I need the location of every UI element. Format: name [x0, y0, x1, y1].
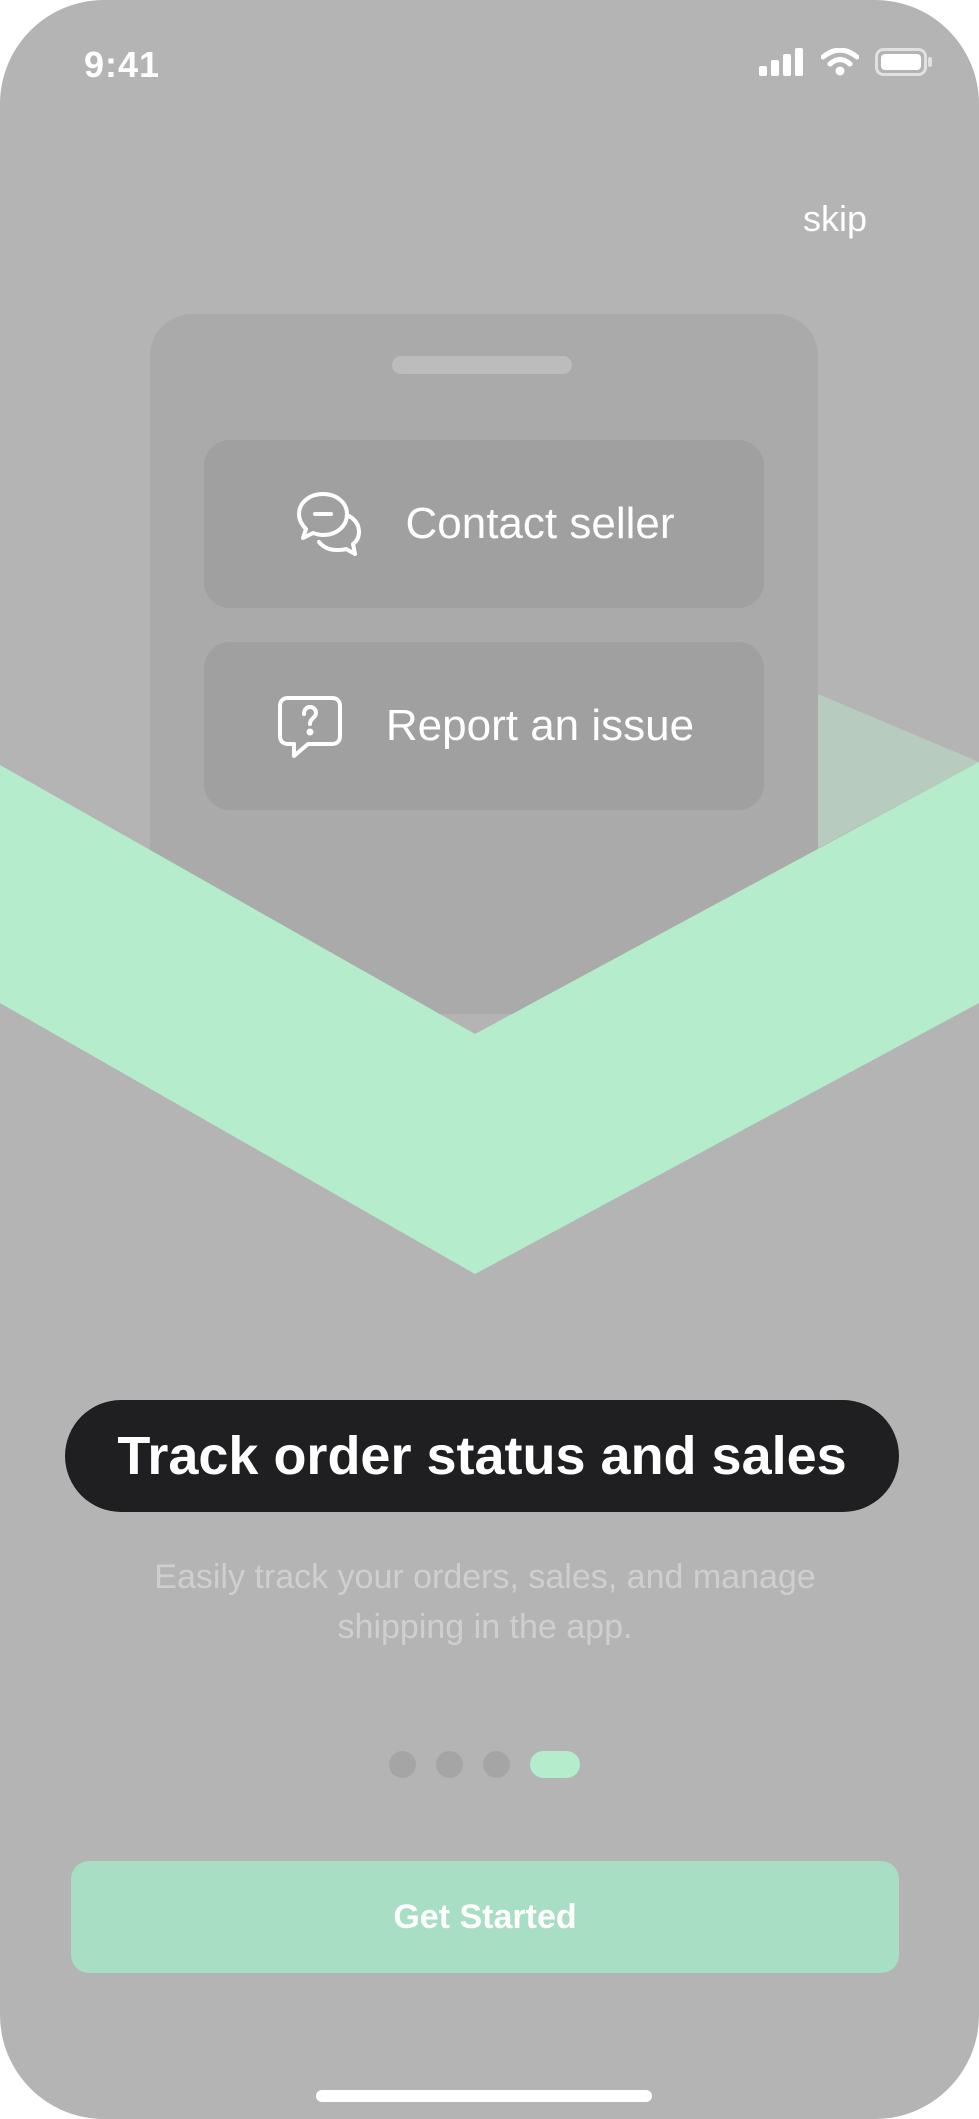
page-subtitle: Easily track your orders, sales, and man… — [90, 1552, 880, 1652]
page-title: Track order status and sales — [65, 1400, 899, 1512]
pagination-dot[interactable] — [389, 1751, 416, 1778]
pagination-dots — [389, 1751, 580, 1778]
pagination-dot[interactable] — [483, 1751, 510, 1778]
subtitle-line-1: Easily track your orders, sales, and man… — [154, 1558, 816, 1596]
onboarding-screen: 9:41 skip Contact seller Report an issue… — [0, 0, 979, 2119]
get-started-button[interactable]: Get Started — [71, 1861, 899, 1973]
pagination-dot-active[interactable] — [530, 1751, 580, 1778]
chevron-illustration — [0, 694, 979, 1274]
subtitle-line-2: shipping in the app. — [337, 1608, 633, 1646]
home-indicator[interactable] — [316, 2090, 652, 2102]
page-title-text: Track order status and sales — [117, 1426, 847, 1486]
pagination-dot[interactable] — [436, 1751, 463, 1778]
